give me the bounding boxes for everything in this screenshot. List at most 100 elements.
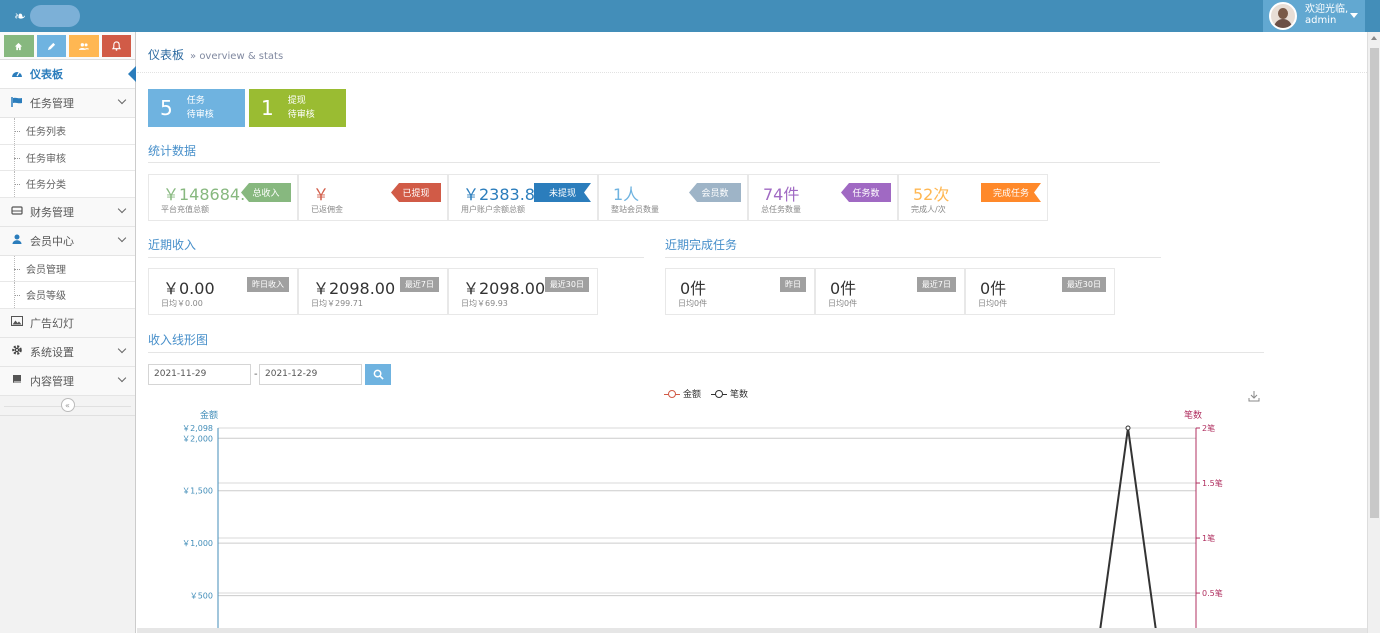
stat-box: 74件 总任务数量 任务数 [748, 174, 898, 221]
sidebar: 仪表板 任务管理 任务列表 任务审核 任务分类 财务管理 会员中心 会员管理 会… [0, 32, 136, 633]
sidebar-item-members[interactable]: 会员中心 [0, 226, 135, 256]
sidebar-subitem-member-level[interactable]: 会员等级 [0, 282, 135, 309]
infobox-label: 待审核 [186, 110, 214, 120]
leaf-icon: ❧ [14, 9, 26, 25]
task-box: 0件 日均0件 昨日 [665, 268, 815, 315]
infobox-pending-tasks[interactable]: 5 任务 待审核 [148, 89, 245, 127]
home-icon [15, 42, 23, 50]
sidebar-item-label: 系统设置 [30, 345, 74, 359]
chevron-down-icon [117, 373, 127, 382]
sidebar-subitem-task-review[interactable]: 任务审核 [0, 144, 135, 171]
stat-box: 1人 整站会员数量 会员数 [598, 174, 748, 221]
user-menu[interactable]: 欢迎光临, admin [1263, 0, 1365, 32]
stat-box: ￥ 已返佣金 已提现 [298, 174, 448, 221]
date-separator: - [254, 369, 258, 380]
mini-badge: 最近7日 [916, 277, 956, 292]
stat-value: 52次 [913, 185, 950, 204]
stat-value: ￥2383.87 [463, 185, 546, 204]
section-divider [148, 257, 644, 258]
scroll-up-icon [1371, 36, 1377, 40]
task-box: 0件 日均0件 最近30日 [965, 268, 1115, 315]
sidebar-subitem-member-management[interactable]: 会员管理 [0, 255, 135, 282]
shortcut-users-button[interactable] [69, 35, 99, 57]
chevron-down-icon [117, 204, 127, 213]
section-divider [148, 162, 1160, 163]
chevron-down-icon [117, 95, 127, 105]
sidebar-item-label: 仪表板 [30, 68, 63, 81]
section-divider [148, 352, 1264, 353]
sidebar-item-dashboard[interactable]: 仪表板 [0, 60, 136, 89]
sidebar-shortcuts [0, 32, 135, 60]
pencil-icon [47, 42, 55, 50]
stat-badge: 已提现 [391, 183, 441, 202]
sidebar-subitem-task-category[interactable]: 任务分类 [0, 171, 135, 198]
task-box: 0件 日均0件 最近7日 [815, 268, 965, 315]
y-tick-label-left: ￥2,098 [182, 424, 213, 433]
mini-badge: 昨日 [780, 277, 806, 292]
y-tick-label-left: ￥2,000 [182, 434, 213, 443]
hdd-icon [10, 205, 24, 218]
mini-badge: 最近30日 [1061, 277, 1106, 292]
date-to-input[interactable]: 2021-12-29 [259, 364, 362, 385]
scroll-thumb[interactable] [1370, 48, 1379, 518]
vertical-scrollbar[interactable] [1367, 32, 1380, 633]
sidebar-item-tasks[interactable]: 任务管理 [0, 89, 135, 118]
mini-badge: 最近30日 [544, 277, 589, 292]
cog-icon [10, 344, 24, 359]
y-axis-right-title: 笔数 [1184, 409, 1202, 421]
main-content: 仪表板 » overview & stats 5 任务 待审核 1 提现 待审核 统计… [137, 32, 1367, 633]
income-box: ￥2098.00 日均￥69.93 最近30日 [448, 268, 598, 315]
y-tick-label-right: 2笔 [1202, 423, 1215, 433]
legend-marker [711, 389, 727, 398]
caret-down-icon [1350, 13, 1358, 18]
sidebar-collapse-button[interactable]: « [60, 398, 75, 412]
y-tick-label-right: 0.5笔 [1202, 588, 1223, 598]
infobox-number: 5 [160, 96, 173, 120]
sidebar-item-label: 财务管理 [30, 205, 74, 219]
mini-value: ￥2098.00 [463, 279, 546, 298]
chevron-down-icon [117, 233, 127, 242]
sidebar-item-content[interactable]: 内容管理 [0, 366, 135, 396]
horizontal-scrollbar[interactable] [137, 628, 1367, 633]
stat-value: ￥ [313, 185, 330, 204]
sidebar-item-finance[interactable]: 财务管理 [0, 197, 135, 227]
series-line-count [1098, 427, 1158, 633]
section-title-tasks: 近期完成任务 [665, 238, 738, 252]
sidebar-item-settings[interactable]: 系统设置 [0, 337, 135, 367]
infobox-pending-withdrawals[interactable]: 1 提现 待审核 [249, 89, 346, 127]
stat-label: 用户账户余额总额 [461, 205, 525, 214]
users-icon [78, 42, 89, 50]
brand-logo-blur [30, 5, 80, 27]
mini-label: 日均￥69.93 [461, 299, 508, 308]
sidebar-collapse-bar: « [0, 395, 135, 416]
avatar [1269, 2, 1297, 30]
mini-value: 0件 [980, 279, 1007, 298]
picture-icon [10, 316, 24, 329]
infobox-label: 待审核 [287, 110, 315, 120]
date-from-input[interactable]: 2021-11-29 [148, 364, 251, 385]
brand-logo[interactable]: ❧ [12, 5, 82, 27]
dashboard-icon [10, 68, 24, 81]
y-axis-left-title: 金额 [200, 409, 218, 421]
stat-box: 52次 完成人/次 完成任务 [898, 174, 1048, 221]
mini-badge: 最近7日 [399, 277, 439, 292]
shortcut-pencil-button[interactable] [36, 35, 66, 57]
shortcut-bell-button[interactable] [101, 35, 131, 57]
stat-label: 已返佣金 [311, 205, 343, 214]
username: admin [1305, 15, 1337, 26]
mini-value: 0件 [680, 279, 707, 298]
sidebar-item-label: 内容管理 [30, 374, 74, 388]
section-title-chart: 收入线形图 [148, 333, 209, 347]
sidebar-item-ads[interactable]: 广告幻灯 [0, 308, 135, 338]
data-point-count [1125, 425, 1131, 431]
search-button[interactable] [365, 364, 391, 385]
stat-label: 总任务数量 [761, 205, 801, 214]
stat-label: 完成人/次 [911, 205, 946, 214]
y-tick-label-right: 1.5笔 [1202, 478, 1223, 488]
mini-label: 日均0件 [678, 299, 708, 308]
header-divider [137, 72, 1367, 73]
infobox-number: 1 [261, 96, 274, 120]
section-title-income: 近期收入 [148, 238, 197, 252]
sidebar-subitem-task-list[interactable]: 任务列表 [0, 118, 135, 145]
shortcut-home-button[interactable] [4, 35, 34, 57]
